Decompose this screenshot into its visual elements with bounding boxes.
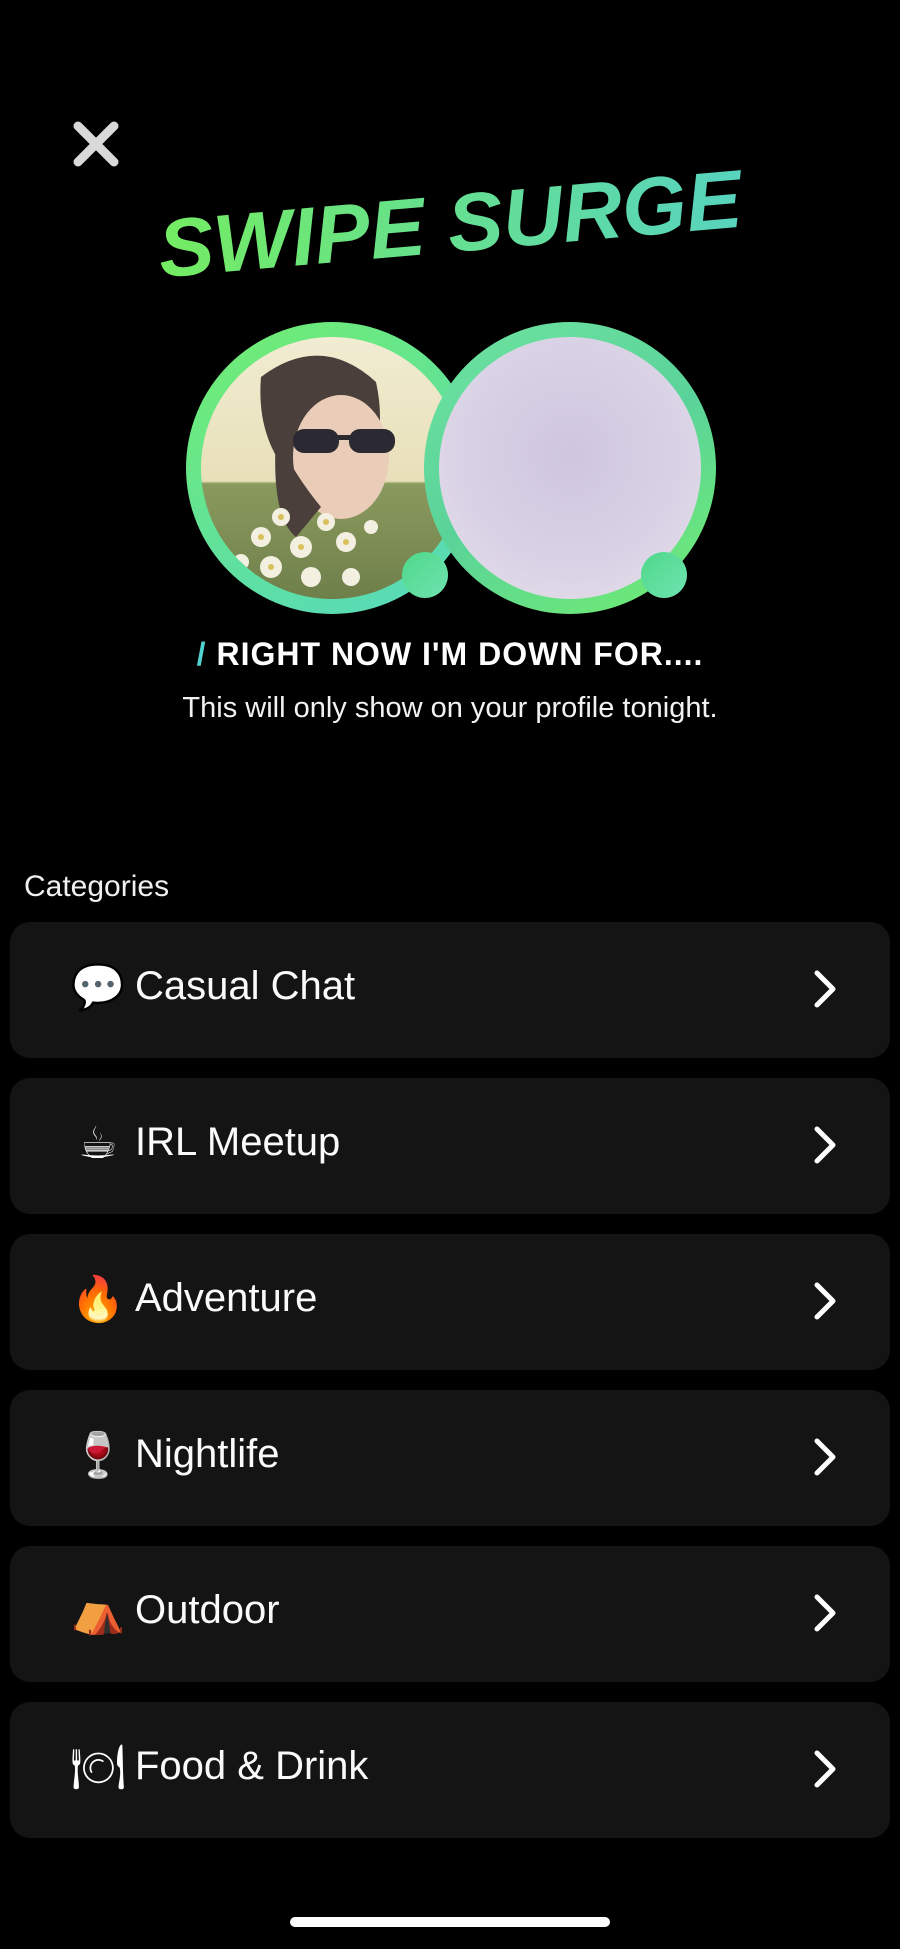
slash-accent: / (196, 636, 207, 672)
status-dot (641, 552, 687, 598)
close-button[interactable] (70, 118, 122, 170)
chevron-right-icon (812, 1436, 838, 1478)
plate-icon: 🍽 (70, 1742, 126, 1793)
category-label: Outdoor (135, 1588, 280, 1632)
title-text: SWIPE SURGE (155, 153, 748, 295)
close-icon (73, 121, 119, 167)
chevron-right-icon (812, 968, 838, 1010)
home-indicator[interactable] (290, 1917, 610, 1927)
tent-icon: ⛺ (70, 1586, 126, 1637)
chevron-right-icon (812, 1280, 838, 1322)
category-label: IRL Meetup (135, 1120, 341, 1164)
swipe-surge-title: SWIPE SURGE (150, 153, 750, 295)
category-label: Food & Drink (135, 1744, 369, 1788)
fire-icon: 🔥 (70, 1274, 126, 1325)
avatar-pair (0, 320, 900, 620)
category-nightlife[interactable]: 🍷 Nightlife (10, 1390, 890, 1526)
prompt-heading: / RIGHT NOW I'M DOWN FOR.... (0, 636, 900, 673)
category-adventure[interactable]: 🔥 Adventure (10, 1234, 890, 1370)
category-label: Adventure (135, 1276, 318, 1320)
coffee-icon: ☕ (78, 1118, 118, 1169)
category-label: Nightlife (135, 1432, 280, 1476)
speech-bubble-icon: 💬 (70, 962, 126, 1013)
category-casual-chat[interactable]: 💬 Casual Chat (10, 922, 890, 1058)
category-food-drink[interactable]: 🍽 Food & Drink (10, 1702, 890, 1838)
categories-label: Categories (24, 870, 170, 903)
category-label: Casual Chat (135, 964, 356, 1008)
status-dot (402, 552, 448, 598)
category-irl-meetup[interactable]: ☕ IRL Meetup (10, 1078, 890, 1214)
swipe-surge-screen: SWIPE SURGE / RIGHT NOW I'M DOWN FOR....… (0, 0, 900, 1949)
category-outdoor[interactable]: ⛺ Outdoor (10, 1546, 890, 1682)
prompt-subtext: This will only show on your profile toni… (182, 692, 718, 724)
category-list: 💬 Casual Chat ☕ IRL Meetup 🔥 Adventure 🍷… (10, 922, 890, 1858)
prompt-heading-text: RIGHT NOW I'M DOWN FOR.... (216, 636, 704, 672)
chevron-right-icon (812, 1592, 838, 1634)
chevron-right-icon (812, 1124, 838, 1166)
chevron-right-icon (812, 1748, 838, 1790)
wine-glass-icon: 🍷 (70, 1430, 126, 1481)
